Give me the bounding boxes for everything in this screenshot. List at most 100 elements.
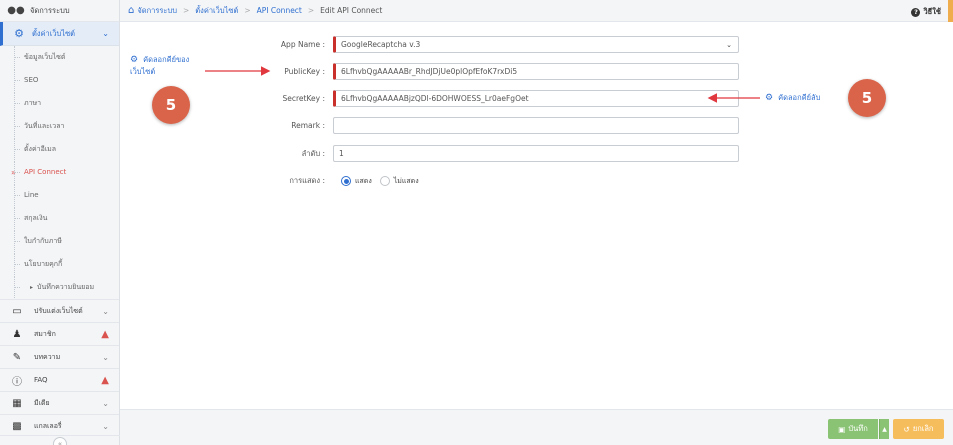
order-input[interactable]: 1 — [333, 145, 739, 162]
secret-key-input[interactable]: 6LfhvbQgAAAAABjzQDl-6DOHWOESS_Lr0aeFgOet — [333, 90, 739, 107]
annotation-line-1: คัดลอกคีย์ของ — [143, 55, 190, 64]
sidebar-subitem-seo[interactable]: SEO — [0, 69, 119, 92]
accent-edge — [948, 0, 953, 22]
breadcrumb-separator: > — [244, 6, 251, 15]
remark-label: Remark : — [291, 121, 325, 130]
sidebar-item-label: แกลเลอรี่ — [34, 421, 62, 430]
warning-icon: ▲ — [101, 328, 109, 340]
sidebar-item-label: FAQ — [34, 376, 48, 384]
caret-up-icon: ▲ — [882, 425, 887, 433]
breadcrumb: ⌂ จัดการระบบ > ตั้งค่าเว็บไซต์ > API Con… — [120, 0, 953, 22]
step-badge-right: 5 — [848, 79, 886, 117]
sidebar-subitem-currency[interactable]: สกุลเงิน — [0, 207, 119, 230]
breadcrumb-separator: > — [182, 6, 190, 15]
sidebar-item-label: มีเดีย — [34, 398, 50, 407]
sidebar-subitem-consent-log[interactable]: ▸ บันทึกความยินยอม — [0, 276, 119, 299]
sidebar-item-customize[interactable]: ▭ ปรับแต่งเว็บไซต์ ⌄ — [0, 299, 119, 322]
users-group-icon: ●● — [7, 5, 25, 16]
secret-key-value: 6LfhvbQgAAAAABjzQDl-6DOHWOESS_Lr0aeFgOet — [341, 94, 529, 103]
chevron-down-icon: ⌄ — [102, 421, 109, 431]
sidebar-item-members[interactable]: ♟ สมาชิก ▲ — [0, 322, 119, 345]
remark-input[interactable] — [333, 117, 739, 134]
sidebar-subitem-label: บันทึกความยินยอม — [37, 282, 95, 291]
breadcrumb-website-settings[interactable]: ตั้งค่าเว็บไซต์ — [195, 5, 238, 17]
sidebar-subitem-cookie-policy[interactable]: นโยบายคุกกี้ — [0, 253, 119, 276]
sidebar-subitem-tax-invoice[interactable]: ใบกำกับภาษี — [0, 230, 119, 253]
undo-icon: ↺ — [903, 424, 910, 434]
row-remark: Remark : — [220, 117, 739, 134]
chevron-right-icon: » — [11, 167, 16, 177]
save-icon: ▣ — [838, 424, 846, 434]
sidebar-item-label: ปรับแต่งเว็บไซต์ — [34, 306, 83, 315]
monitor-icon: ▭ — [12, 305, 22, 317]
gear-icon: ⚙ — [14, 27, 24, 40]
home-icon[interactable]: ⌂ — [128, 5, 134, 16]
grid-icon: ▩ — [12, 420, 22, 432]
sidebar-subitem-label: API Connect — [24, 168, 67, 176]
public-key-label: PublicKey : — [284, 67, 325, 76]
key-icon: ⚙ — [765, 93, 774, 103]
sidebar-subitem-email[interactable]: ตั้งค่าอีเมล — [0, 138, 119, 161]
info-icon: ⓘ — [12, 376, 22, 388]
annotation-copy-secret-key: ⚙ คัดลอกคีย์ลับ — [765, 92, 820, 104]
sidebar-item-media[interactable]: ▦ มีเดีย ⌄ — [0, 391, 119, 414]
app-name-value: GoogleRecaptcha v.3 — [341, 40, 421, 49]
warning-icon: ▲ — [101, 374, 109, 386]
sidebar-item-label: บทความ — [34, 352, 61, 361]
caret-right-icon: ▸ — [30, 283, 34, 291]
sidebar-subitem-api-connect[interactable]: » API Connect — [0, 161, 119, 184]
sidebar-subitem-datetime[interactable]: วันที่และเวลา — [0, 115, 119, 138]
collapse-sidebar-button[interactable]: « — [53, 436, 67, 445]
edit-icon: ✎ — [12, 351, 22, 363]
save-options-button[interactable]: ▲ — [879, 419, 889, 439]
order-value: 1 — [339, 149, 344, 158]
order-label: ลำดับ : — [301, 148, 325, 158]
key-icon: ⚙ — [130, 55, 139, 65]
breadcrumb-separator: > — [307, 6, 315, 15]
display-label: การแสดง : — [289, 176, 325, 185]
sidebar-item-system[interactable]: ●● จัดการระบบ — [0, 0, 119, 22]
public-key-value: 6LfhvbQgAAAAABr_RhdJDjUe0plOpfEfoK7rxDi5 — [341, 67, 518, 76]
app-name-select[interactable]: GoogleRecaptcha v.3 ⌄ — [333, 36, 739, 53]
save-button[interactable]: ▣ บันทึก — [828, 419, 878, 439]
display-off-radio[interactable] — [379, 176, 390, 186]
secret-key-label: SecretKey : — [282, 94, 325, 103]
sidebar-subitem-website-info[interactable]: ข้อมูลเว็บไซต์ — [0, 46, 119, 69]
annotation-line-2: เว็บไซต์ — [130, 67, 156, 76]
user-icon: ♟ — [12, 328, 22, 340]
sidebar-item-label: สมาชิก — [34, 329, 56, 338]
chevron-down-icon: ⌄ — [102, 29, 109, 38]
display-radio-group: แสดง ไม่แสดง — [333, 176, 419, 187]
row-order: ลำดับ : 1 — [220, 145, 739, 162]
display-off-label: ไม่แสดง — [393, 176, 419, 185]
sidebar-subitem-language[interactable]: ภาษา — [0, 92, 119, 115]
display-on-label: แสดง — [355, 176, 372, 185]
annotation-copy-site-key: ⚙ คัดลอกคีย์ของ เว็บไซต์ — [130, 54, 189, 78]
breadcrumb-api-connect[interactable]: API Connect — [257, 6, 302, 15]
display-on-radio[interactable] — [341, 176, 351, 186]
sidebar-item-label: จัดการระบบ — [30, 5, 70, 15]
public-key-input[interactable]: 6LfhvbQgAAAAABr_RhdJDjUe0plOpfEfoK7rxDi5 — [333, 63, 739, 80]
chevron-down-icon: ⌄ — [102, 352, 109, 362]
sidebar-item-gallery[interactable]: ▩ แกลเลอรี่ ⌄ — [0, 414, 119, 437]
cancel-label: ยกเลิก — [912, 424, 934, 433]
sidebar-collapse: « — [0, 435, 120, 445]
row-display: การแสดง : แสดง ไม่แสดง — [220, 175, 419, 187]
annotation-right-text: คัดลอกคีย์ลับ — [778, 93, 821, 102]
step-badge-left: 5 — [152, 86, 190, 124]
breadcrumb-current: Edit API Connect — [320, 6, 383, 15]
question-icon: ? — [911, 7, 921, 17]
breadcrumb-system[interactable]: จัดการระบบ — [137, 5, 177, 17]
chevron-down-icon: ⌄ — [726, 40, 732, 49]
sidebar-item-articles[interactable]: ✎ บทความ ⌄ — [0, 345, 119, 368]
help-link[interactable]: ? วิธีใช้ — [911, 6, 941, 18]
sidebar-item-label: ตั้งค่าเว็บไซต์ — [32, 28, 76, 38]
chevron-down-icon: ⌄ — [102, 398, 109, 408]
sidebar-item-faq[interactable]: ⓘ FAQ ▲ — [0, 368, 119, 391]
cancel-button[interactable]: ↺ ยกเลิก — [893, 419, 944, 439]
row-public-key: PublicKey : 6LfhvbQgAAAAABr_RhdJDjUe0plO… — [220, 63, 739, 80]
sidebar-subitem-line[interactable]: Line — [0, 184, 119, 207]
app-name-label: App Name : — [280, 40, 325, 49]
save-label: บันทึก — [848, 424, 868, 433]
sidebar-item-website-settings[interactable]: ⚙ ตั้งค่าเว็บไซต์ ⌄ — [0, 22, 119, 46]
